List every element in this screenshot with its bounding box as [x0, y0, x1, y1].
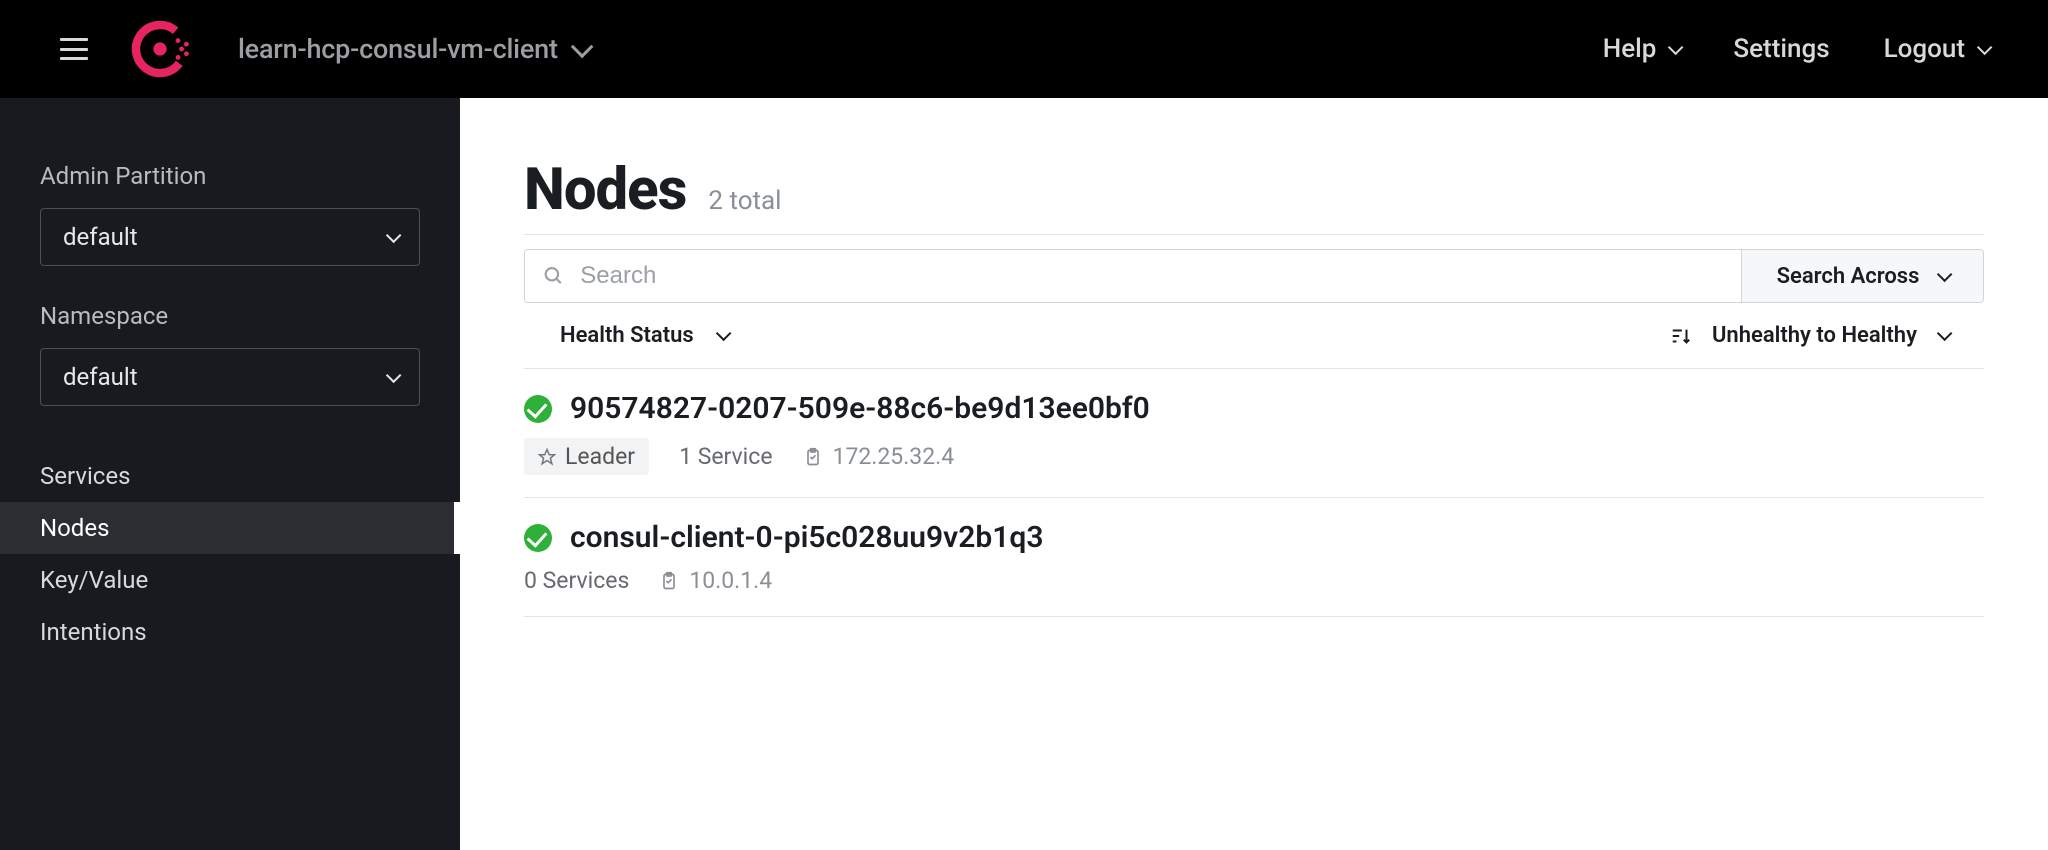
node-header: consul-client-0-pi5c028uu9v2b1q3 [524, 520, 1984, 555]
admin-partition-label: Admin Partition [40, 162, 420, 190]
filter-row: Health Status Unhealthy to Healthy [524, 323, 1984, 369]
admin-partition-select[interactable]: default [40, 208, 420, 266]
sidebar-item-intentions[interactable]: Intentions [0, 606, 460, 658]
node-ip-value: 10.0.1.4 [689, 567, 772, 594]
node-ip: 10.0.1.4 [659, 567, 772, 594]
sort-label: Unhealthy to Healthy [1712, 323, 1917, 348]
page-subtitle: 2 total [708, 186, 781, 216]
logout-link[interactable]: Logout [1884, 34, 1988, 64]
search-icon [543, 265, 564, 287]
sort-control[interactable]: Unhealthy to Healthy [1670, 323, 1948, 348]
settings-label: Settings [1733, 34, 1829, 64]
namespace-label: Namespace [40, 302, 420, 330]
namespace-section: Namespace default [0, 302, 460, 406]
chevron-down-icon [386, 227, 402, 243]
leader-badge: Leader [524, 438, 649, 475]
cluster-name: learn-hcp-consul-vm-client [238, 33, 558, 65]
search-across-button[interactable]: Search Across [1741, 250, 1983, 302]
chevron-down-icon [716, 326, 732, 342]
settings-link[interactable]: Settings [1733, 34, 1829, 64]
node-name: consul-client-0-pi5c028uu9v2b1q3 [570, 520, 1043, 555]
clipboard-icon [659, 570, 679, 592]
node-meta: 0 Services 10.0.1.4 [524, 567, 1984, 594]
chevron-down-icon [1937, 326, 1953, 342]
leader-badge-label: Leader [565, 443, 635, 470]
node-ip-value: 172.25.32.4 [833, 443, 955, 470]
main-content: Nodes 2 total Search Across Health Statu… [460, 98, 2048, 850]
admin-partition-section: Admin Partition default [0, 162, 460, 266]
consul-logo [130, 19, 190, 79]
search-row: Search Across [524, 249, 1984, 303]
sidebar-item-services[interactable]: Services [0, 450, 460, 502]
namespace-select[interactable]: default [40, 348, 420, 406]
node-services: 0 Services [524, 567, 629, 594]
sidebar: Admin Partition default Namespace defaul… [0, 98, 460, 850]
search-input[interactable] [580, 262, 1723, 290]
sidebar-item-nodes[interactable]: Nodes [0, 502, 460, 554]
cluster-switcher[interactable]: learn-hcp-consul-vm-client [238, 33, 588, 65]
help-label: Help [1603, 34, 1657, 64]
sidebar-item-label: Nodes [40, 514, 109, 542]
node-row[interactable]: consul-client-0-pi5c028uu9v2b1q3 0 Servi… [524, 498, 1984, 617]
sidebar-item-label: Services [40, 462, 130, 490]
admin-partition-value: default [63, 223, 138, 251]
node-services: 1 Service [679, 443, 772, 470]
search-box [525, 250, 1741, 302]
filter-label: Health Status [560, 323, 694, 348]
health-passing-icon [524, 524, 552, 552]
sidebar-item-label: Intentions [40, 618, 147, 646]
health-status-filter[interactable]: Health Status [560, 323, 727, 348]
sidebar-nav: Services Nodes Key/Value Intentions [0, 450, 460, 658]
sort-icon [1670, 325, 1692, 347]
chevron-down-icon [571, 36, 594, 59]
help-link[interactable]: Help [1603, 34, 1680, 64]
health-passing-icon [524, 395, 552, 423]
namespace-value: default [63, 363, 138, 391]
node-ip: 172.25.32.4 [803, 443, 955, 470]
node-header: 90574827-0207-509e-88c6-be9d13ee0bf0 [524, 391, 1984, 426]
logout-label: Logout [1884, 34, 1965, 64]
clipboard-icon [803, 446, 823, 468]
chevron-down-icon [386, 367, 402, 383]
menu-icon[interactable] [60, 38, 88, 60]
page-title: Nodes [524, 156, 686, 224]
page-title-row: Nodes 2 total [524, 156, 1984, 235]
sidebar-item-label: Key/Value [40, 566, 148, 594]
chevron-down-icon [1668, 39, 1684, 55]
chevron-down-icon [1977, 39, 1993, 55]
top-bar: learn-hcp-consul-vm-client Help Settings… [0, 0, 2048, 98]
node-row[interactable]: 90574827-0207-509e-88c6-be9d13ee0bf0 Lea… [524, 369, 1984, 498]
sidebar-item-kv[interactable]: Key/Value [0, 554, 460, 606]
star-icon [538, 448, 556, 466]
top-bar-right: Help Settings Logout [1603, 34, 1988, 64]
chevron-down-icon [1937, 266, 1953, 282]
node-name: 90574827-0207-509e-88c6-be9d13ee0bf0 [570, 391, 1150, 426]
search-across-label: Search Across [1777, 264, 1920, 289]
node-meta: Leader 1 Service 172.25.32.4 [524, 438, 1984, 475]
